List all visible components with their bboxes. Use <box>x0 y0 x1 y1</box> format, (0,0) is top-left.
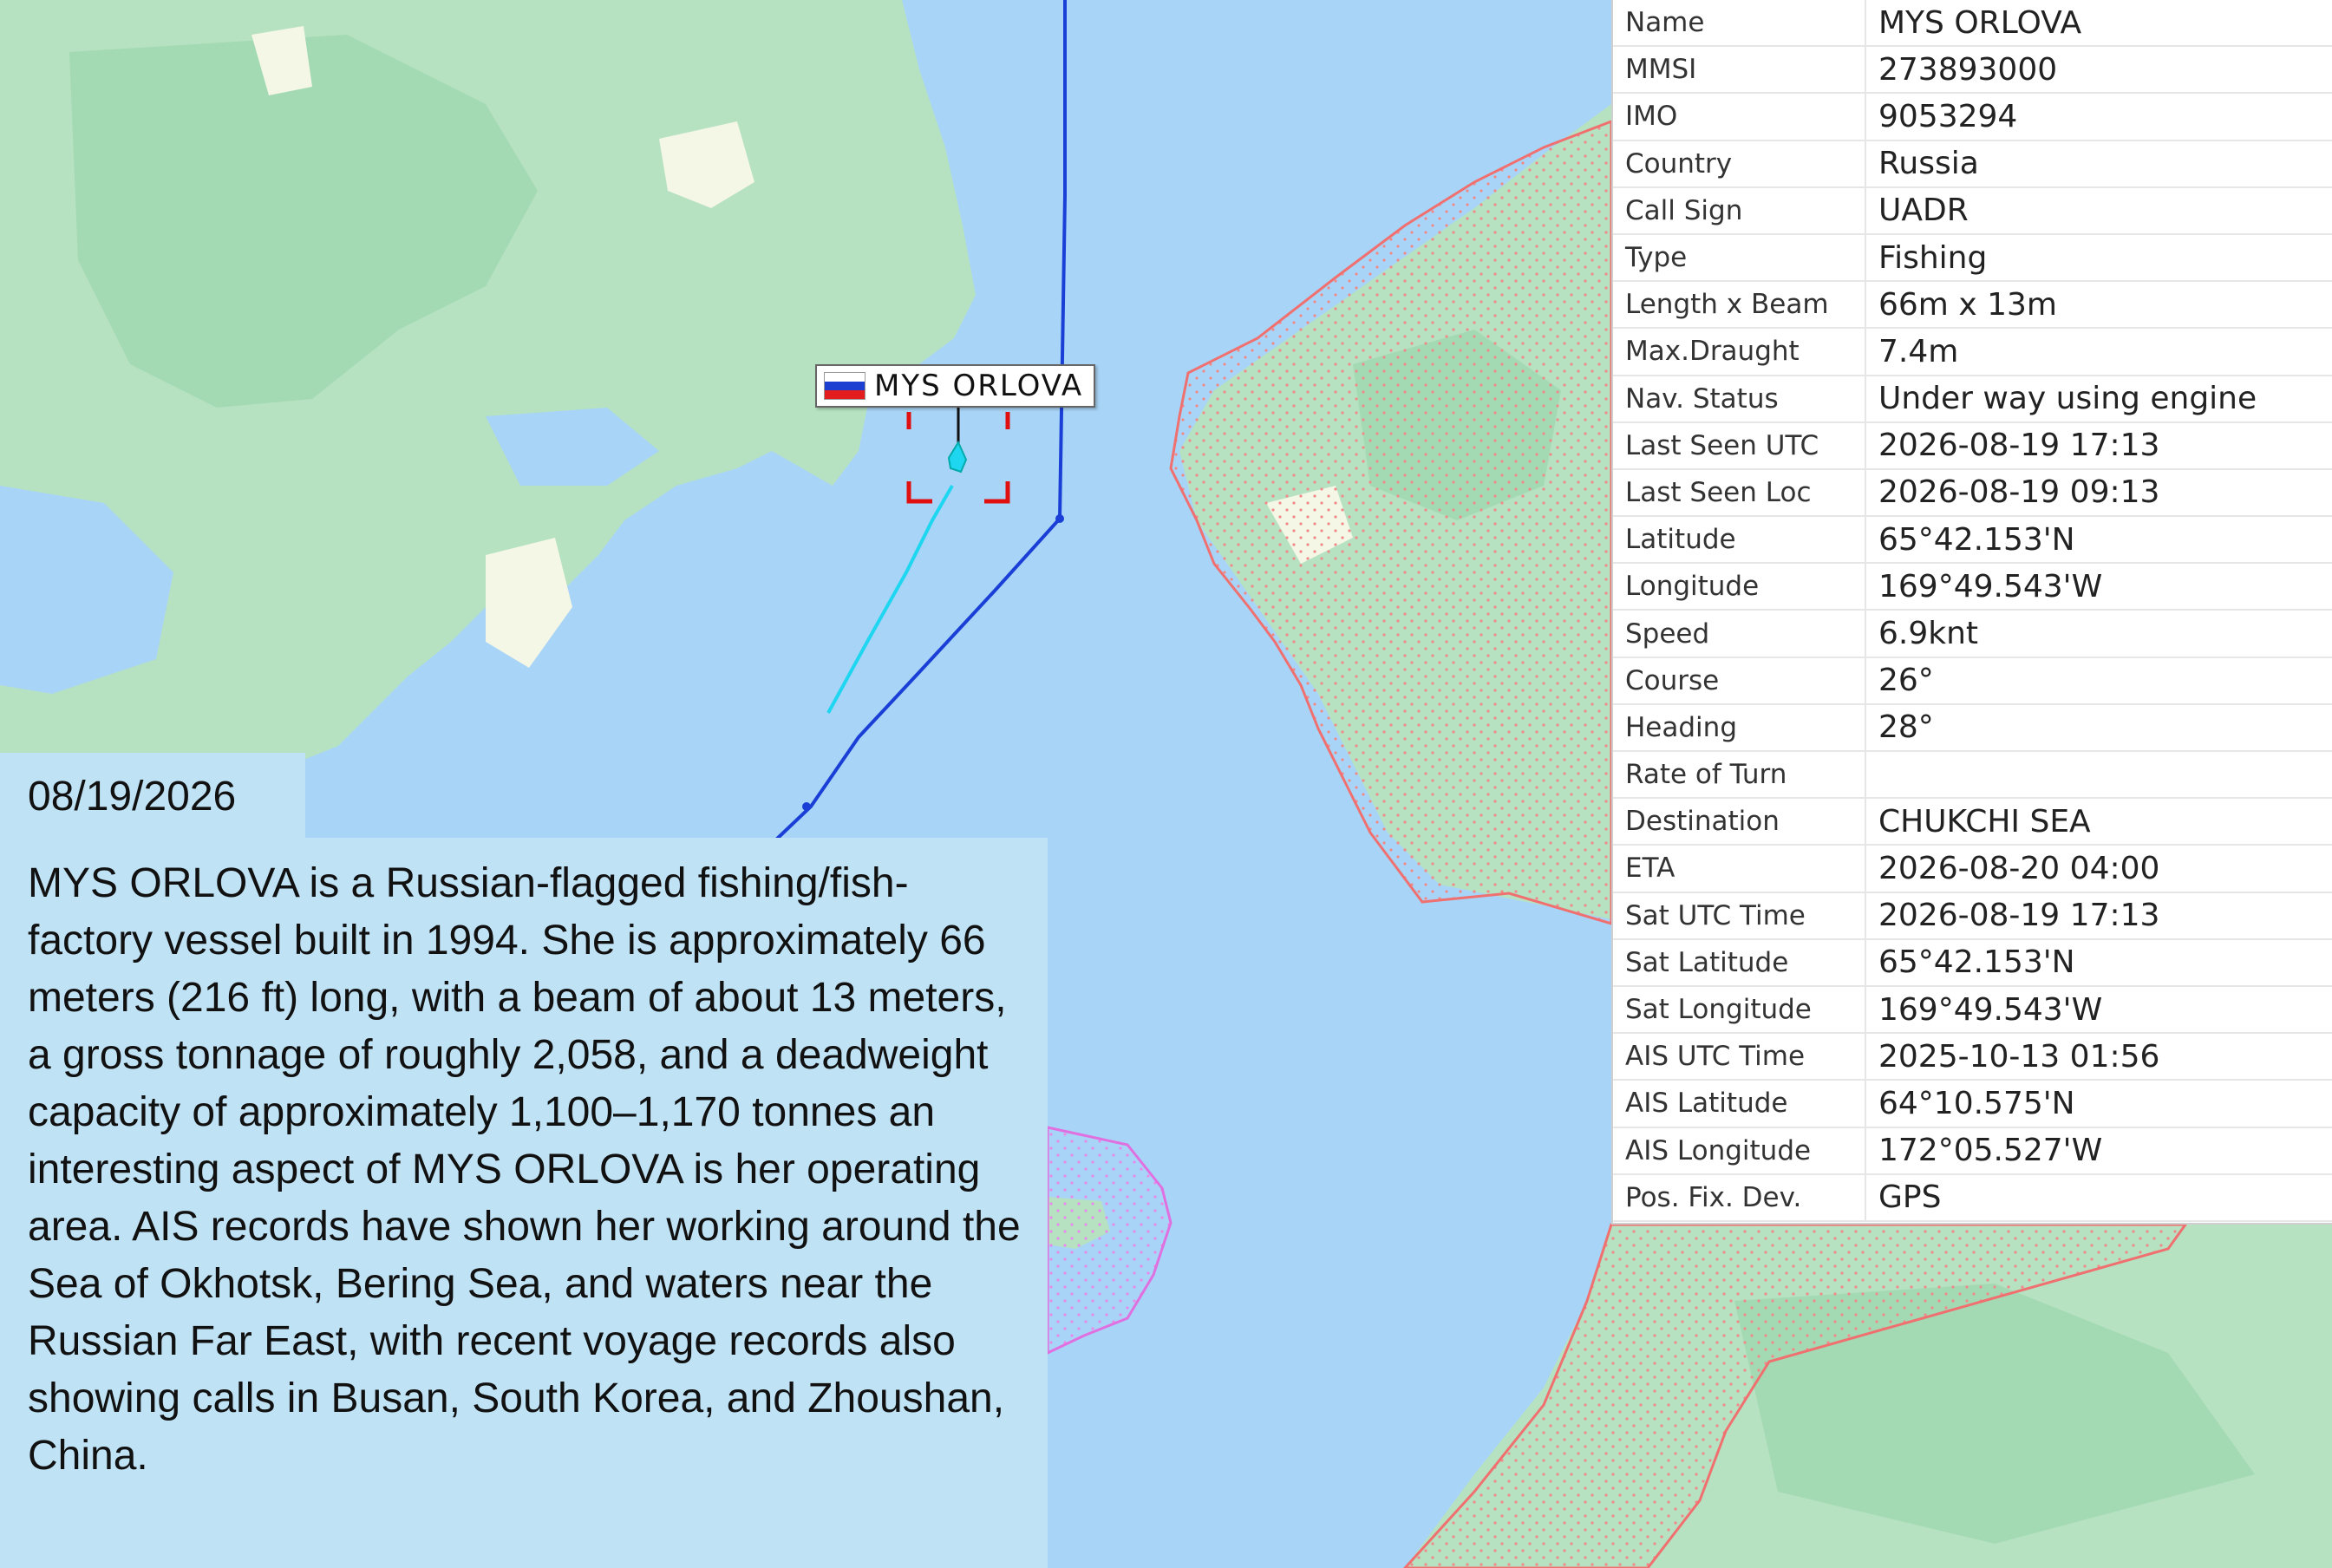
info-key: Speed <box>1613 611 1866 657</box>
info-value: CHUKCHI SEA <box>1878 803 2091 840</box>
info-key: ETA <box>1613 846 1866 892</box>
info-row: Type Fishing <box>1613 234 2332 283</box>
info-key: Sat UTC Time <box>1613 892 1866 938</box>
track-point <box>1055 514 1064 523</box>
info-value: 26° <box>1878 663 1934 699</box>
info-key: Longitude <box>1613 564 1866 610</box>
info-key: Call Sign <box>1613 187 1866 233</box>
info-row: Course 26° <box>1613 657 2332 705</box>
info-key: Country <box>1613 140 1866 186</box>
track-point <box>802 802 811 811</box>
info-key: Sat Latitude <box>1613 939 1866 985</box>
russia-flag-icon <box>824 372 866 400</box>
info-value: 2026-08-19 17:13 <box>1878 428 2160 464</box>
info-value: 172°05.527'W <box>1878 1133 2103 1169</box>
info-row: Heading 28° <box>1613 704 2332 752</box>
vessel-name-label[interactable]: MYS ORLOVA <box>815 364 1096 408</box>
info-row: Pos. Fix. Dev. GPS <box>1613 1174 2332 1222</box>
info-row: Last Seen Loc 2026-08-19 09:13 <box>1613 469 2332 518</box>
vessel-info-panel: Name MYS ORLOVA MMSI 273893000 IMO 9053294 Cou… <box>1611 0 2332 1225</box>
info-value: Under way using engine <box>1878 381 2257 417</box>
info-row: Last Seen UTC 2026-08-19 17:13 <box>1613 422 2332 470</box>
info-key: Pos. Fix. Dev. <box>1613 1174 1866 1220</box>
info-row: MMSI 273893000 <box>1613 47 2332 95</box>
info-value: Fishing <box>1878 239 1988 276</box>
info-value: 2025-10-13 01:56 <box>1878 1038 2160 1075</box>
info-value: 2026-08-19 09:13 <box>1878 474 2160 511</box>
info-row: Latitude 65°42.153'N <box>1613 517 2332 565</box>
info-key: Last Seen UTC <box>1613 422 1866 468</box>
info-value: Russia <box>1878 146 1979 182</box>
date-caption-box: 08/19/2026 <box>0 753 305 840</box>
info-key: Length x Beam <box>1613 282 1866 328</box>
description-box: MYS ORLOVA is a Russian-flagged fishing/… <box>0 838 1048 1568</box>
info-key: AIS Latitude <box>1613 1081 1866 1127</box>
info-value: 169°49.543'W <box>1878 568 2103 604</box>
info-value: 64°10.575'N <box>1878 1085 2075 1121</box>
info-value: 2026-08-19 17:13 <box>1878 898 2160 934</box>
info-key: Nav. Status <box>1613 376 1866 421</box>
info-row: Name MYS ORLOVA <box>1613 0 2332 48</box>
info-row: ETA 2026-08-20 04:00 <box>1613 846 2332 893</box>
info-value: 9053294 <box>1878 98 2018 134</box>
info-value: 66m x 13m <box>1878 286 2057 323</box>
info-key: Name <box>1613 0 1866 46</box>
info-key: MMSI <box>1613 47 1866 93</box>
info-row: Rate of Turn <box>1613 752 2332 800</box>
info-value: 65°42.153'N <box>1878 521 2075 558</box>
info-row: Sat UTC Time 2026-08-19 17:13 <box>1613 892 2332 940</box>
info-row: Longitude 169°49.543'W <box>1613 564 2332 611</box>
description-text: MYS ORLOVA is a Russian-flagged fishing/… <box>28 860 1021 1479</box>
info-value: MYS ORLOVA <box>1878 4 2082 41</box>
info-value: 7.4m <box>1878 333 1959 369</box>
info-value: 28° <box>1878 709 1934 746</box>
info-row: Country Russia <box>1613 140 2332 188</box>
info-value: UADR <box>1878 193 1969 229</box>
info-row: Nav. Status Under way using engine <box>1613 376 2332 423</box>
info-key: AIS Longitude <box>1613 1127 1866 1173</box>
info-key: Destination <box>1613 799 1866 845</box>
info-value: 65°42.153'N <box>1878 944 2075 981</box>
info-key: Course <box>1613 657 1866 703</box>
date-caption: 08/19/2026 <box>28 773 237 820</box>
info-key: Type <box>1613 234 1866 281</box>
info-row: AIS Longitude 172°05.527'W <box>1613 1127 2332 1175</box>
info-value: GPS <box>1878 1179 1942 1216</box>
info-key: Last Seen Loc <box>1613 469 1866 516</box>
info-value: 273893000 <box>1878 51 2058 88</box>
info-key: Rate of Turn <box>1613 752 1866 798</box>
info-row: Max.Draught 7.4m <box>1613 329 2332 376</box>
info-key: Sat Longitude <box>1613 986 1866 1033</box>
info-value: 6.9knt <box>1878 616 1979 652</box>
info-key: Latitude <box>1613 517 1866 563</box>
info-row: IMO 9053294 <box>1613 94 2332 141</box>
info-row: Sat Latitude 65°42.153'N <box>1613 939 2332 987</box>
info-row: AIS UTC Time 2025-10-13 01:56 <box>1613 1034 2332 1081</box>
vessel-name-text: MYS ORLOVA <box>874 369 1084 403</box>
info-row: Length x Beam 66m x 13m <box>1613 282 2332 330</box>
info-row: Destination CHUKCHI SEA <box>1613 799 2332 846</box>
info-row: Sat Longitude 169°49.543'W <box>1613 986 2332 1035</box>
info-value: 169°49.543'W <box>1878 991 2103 1028</box>
info-value: 2026-08-20 04:00 <box>1878 850 2160 886</box>
info-row: Call Sign UADR <box>1613 187 2332 235</box>
info-key: Max.Draught <box>1613 329 1866 375</box>
info-key: AIS UTC Time <box>1613 1034 1866 1080</box>
info-row: AIS Latitude 64°10.575'N <box>1613 1081 2332 1128</box>
info-row: Speed 6.9knt <box>1613 611 2332 658</box>
info-key: Heading <box>1613 704 1866 750</box>
info-key: IMO <box>1613 94 1866 140</box>
